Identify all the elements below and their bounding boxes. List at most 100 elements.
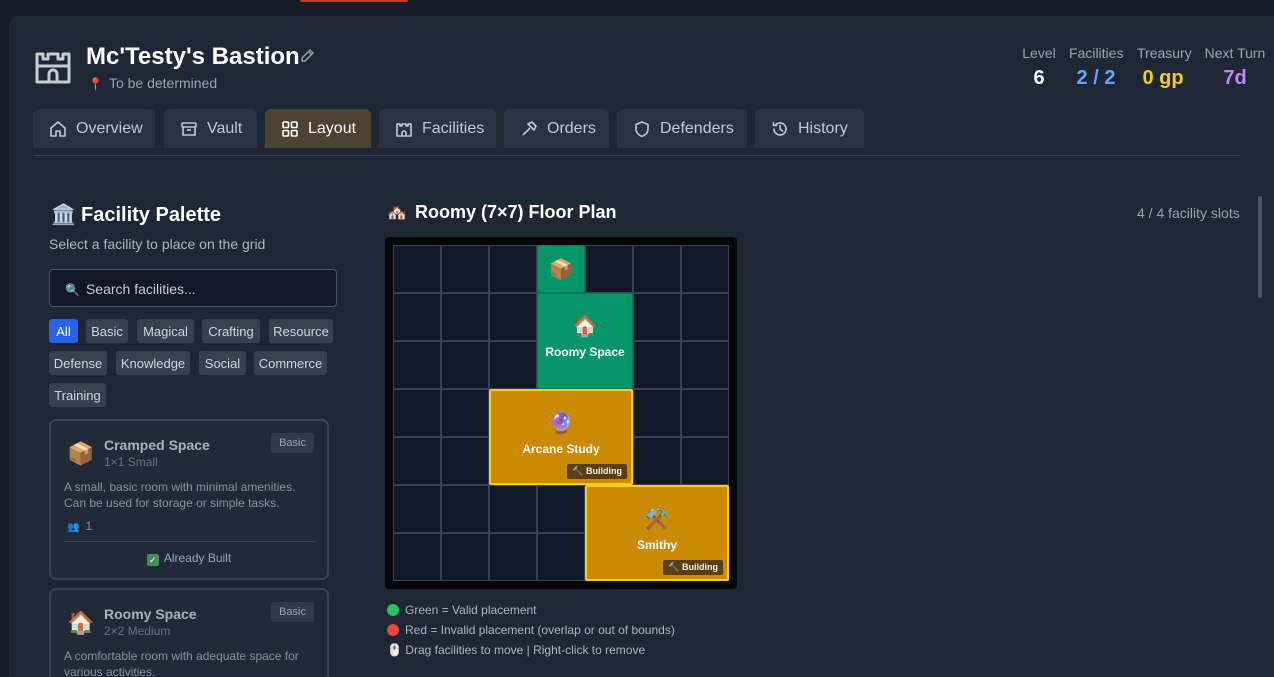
facility-card-cramped-space[interactable]: 📦 Cramped Space 1×1 Small Basic A small,…	[49, 419, 329, 580]
grid-cell[interactable]	[537, 533, 585, 581]
grid-icon	[282, 120, 298, 137]
grid-cell[interactable]	[441, 437, 489, 485]
grid-cell[interactable]	[393, 389, 441, 437]
placed-facility-roomy-space[interactable]: 🏠 Roomy Space	[537, 293, 633, 389]
facility-icon: 🏠	[572, 316, 598, 338]
grid-cell[interactable]	[633, 437, 681, 485]
grid-cell[interactable]	[633, 341, 681, 389]
tab-defenders[interactable]: Defenders	[617, 109, 747, 148]
palette-title: 🏛️ Facility Palette	[51, 202, 221, 227]
grid-cell[interactable]	[393, 533, 441, 581]
stat-treasury: Treasury 0 gp	[1137, 45, 1192, 90]
floorplan-title: 🏘️ Roomy (7×7) Floor Plan	[387, 202, 617, 223]
legend-valid-text: Green = Valid placement	[405, 603, 537, 617]
legend-drag-hint: 🖱️ Drag facilities to move | Right-click…	[387, 643, 646, 657]
hammer-icon	[522, 120, 537, 136]
grid-cell[interactable]	[681, 341, 729, 389]
grid-cell[interactable]	[393, 437, 441, 485]
grid-cell[interactable]	[633, 245, 681, 293]
filter-resource[interactable]: Resource	[269, 319, 333, 343]
tab-defenders-label: Defenders	[660, 119, 734, 137]
tab-layout-label: Layout	[308, 119, 357, 137]
grid-cell[interactable]	[441, 533, 489, 581]
red-dot-icon	[387, 624, 399, 636]
filter-commerce[interactable]: Commerce	[254, 351, 327, 375]
placed-facility-arcane-study[interactable]: 🔮 Arcane Study 🔨 Building	[489, 389, 633, 485]
filter-knowledge[interactable]: Knowledge	[116, 351, 190, 375]
stat-level-value: 6	[1033, 67, 1045, 89]
placed-facility-smithy[interactable]: ⚒️ Smithy 🔨 Building	[585, 485, 729, 581]
palette-subtitle: Select a facility to place on the grid	[49, 236, 266, 252]
grid-cell[interactable]	[681, 389, 729, 437]
facility-card-roomy-space[interactable]: 🏠 Roomy Space 2×2 Medium Basic A comfort…	[49, 588, 329, 677]
facility-icon: ⚒️	[644, 509, 670, 531]
grid-cell[interactable]	[441, 485, 489, 533]
filter-social[interactable]: Social	[199, 351, 246, 375]
grid-cell[interactable]	[489, 485, 537, 533]
floorplan-grid[interactable]: 📦 🏠 Roomy Space 🔮 Arcane Study 🔨 Building ⚒️ Sm…	[385, 237, 737, 589]
grid-cell[interactable]	[489, 245, 537, 293]
filter-crafting[interactable]: Crafting	[202, 319, 260, 343]
card-status-text: Already Built	[163, 551, 232, 565]
card-name: Cramped Space	[104, 437, 210, 453]
bastion-title: Mc'Testy's Bastion	[86, 43, 300, 70]
tab-overview[interactable]: Overview	[33, 109, 155, 148]
grid-cell[interactable]	[633, 389, 681, 437]
filter-magical[interactable]: Magical	[137, 319, 194, 343]
grid-cell[interactable]	[393, 293, 441, 341]
grid-cell[interactable]	[489, 293, 537, 341]
grid-cell[interactable]	[393, 485, 441, 533]
grid-cell[interactable]	[489, 341, 537, 389]
search-input[interactable]: 🔍 Search facilities...	[49, 269, 337, 307]
filter-all[interactable]: All	[49, 319, 78, 343]
filter-basic[interactable]: Basic	[86, 319, 128, 343]
tab-facilities[interactable]: Facilities	[379, 109, 496, 148]
stat-level-label: Level	[1022, 45, 1056, 61]
grid-cell[interactable]	[681, 293, 729, 341]
grid-cell[interactable]	[393, 341, 441, 389]
card-description: A small, basic room with minimal ameniti…	[64, 480, 296, 510]
grid-cell[interactable]	[441, 245, 489, 293]
facility-name: Roomy Space	[545, 345, 625, 359]
grid-cell[interactable]	[681, 437, 729, 485]
building-status-badge: 🔨 Building	[663, 560, 723, 575]
tab-vault[interactable]: Vault	[164, 109, 257, 148]
filter-defense[interactable]: Defense	[49, 351, 107, 375]
scrollbar[interactable]	[1258, 196, 1262, 298]
tab-layout[interactable]: Layout	[265, 109, 371, 148]
grid-cell[interactable]	[537, 485, 585, 533]
grid-cell[interactable]	[441, 293, 489, 341]
grid-cell[interactable]	[585, 245, 633, 293]
tab-orders[interactable]: Orders	[504, 109, 609, 148]
card-category-badge: Basic	[271, 433, 314, 453]
archive-icon	[181, 121, 197, 136]
palette-title-text: Facility Palette	[81, 204, 222, 226]
legend-invalid-text: Red = Invalid placement (overlap or out …	[405, 623, 675, 637]
stat-treasury-label: Treasury	[1137, 45, 1192, 61]
grid-cell[interactable]	[393, 245, 441, 293]
stat-next-turn-label: Next Turn	[1204, 45, 1266, 61]
facility-slots: 4 / 4 facility slots	[1137, 205, 1240, 221]
tab-history[interactable]: History	[755, 109, 864, 148]
edit-pencil-icon[interactable]	[299, 48, 315, 64]
stat-next-turn: Next Turn 7d	[1203, 45, 1267, 90]
grid-cell[interactable]	[441, 389, 489, 437]
card-description: A comfortable room with adequate space f…	[64, 649, 299, 677]
facility-name: Smithy	[636, 538, 677, 552]
grid-cell[interactable]	[681, 245, 729, 293]
filter-training[interactable]: Training	[49, 383, 106, 407]
card-divider	[64, 541, 316, 542]
stat-facilities: Facilities 2 / 2	[1069, 45, 1123, 90]
tab-divider	[33, 155, 1240, 156]
history-icon	[772, 121, 787, 136]
museum-icon: 🏛️	[51, 204, 76, 226]
facility-icon: 🔮	[548, 413, 574, 435]
top-bar	[0, 0, 1274, 16]
card-category-badge: Basic	[271, 602, 314, 622]
grid-cell[interactable]	[633, 293, 681, 341]
stat-facilities-label: Facilities	[1069, 45, 1124, 61]
grid-cell[interactable]	[489, 533, 537, 581]
placed-facility-cramped-space[interactable]: 📦	[537, 245, 585, 293]
stat-treasury-value: 0 gp	[1142, 67, 1184, 89]
grid-cell[interactable]	[441, 341, 489, 389]
